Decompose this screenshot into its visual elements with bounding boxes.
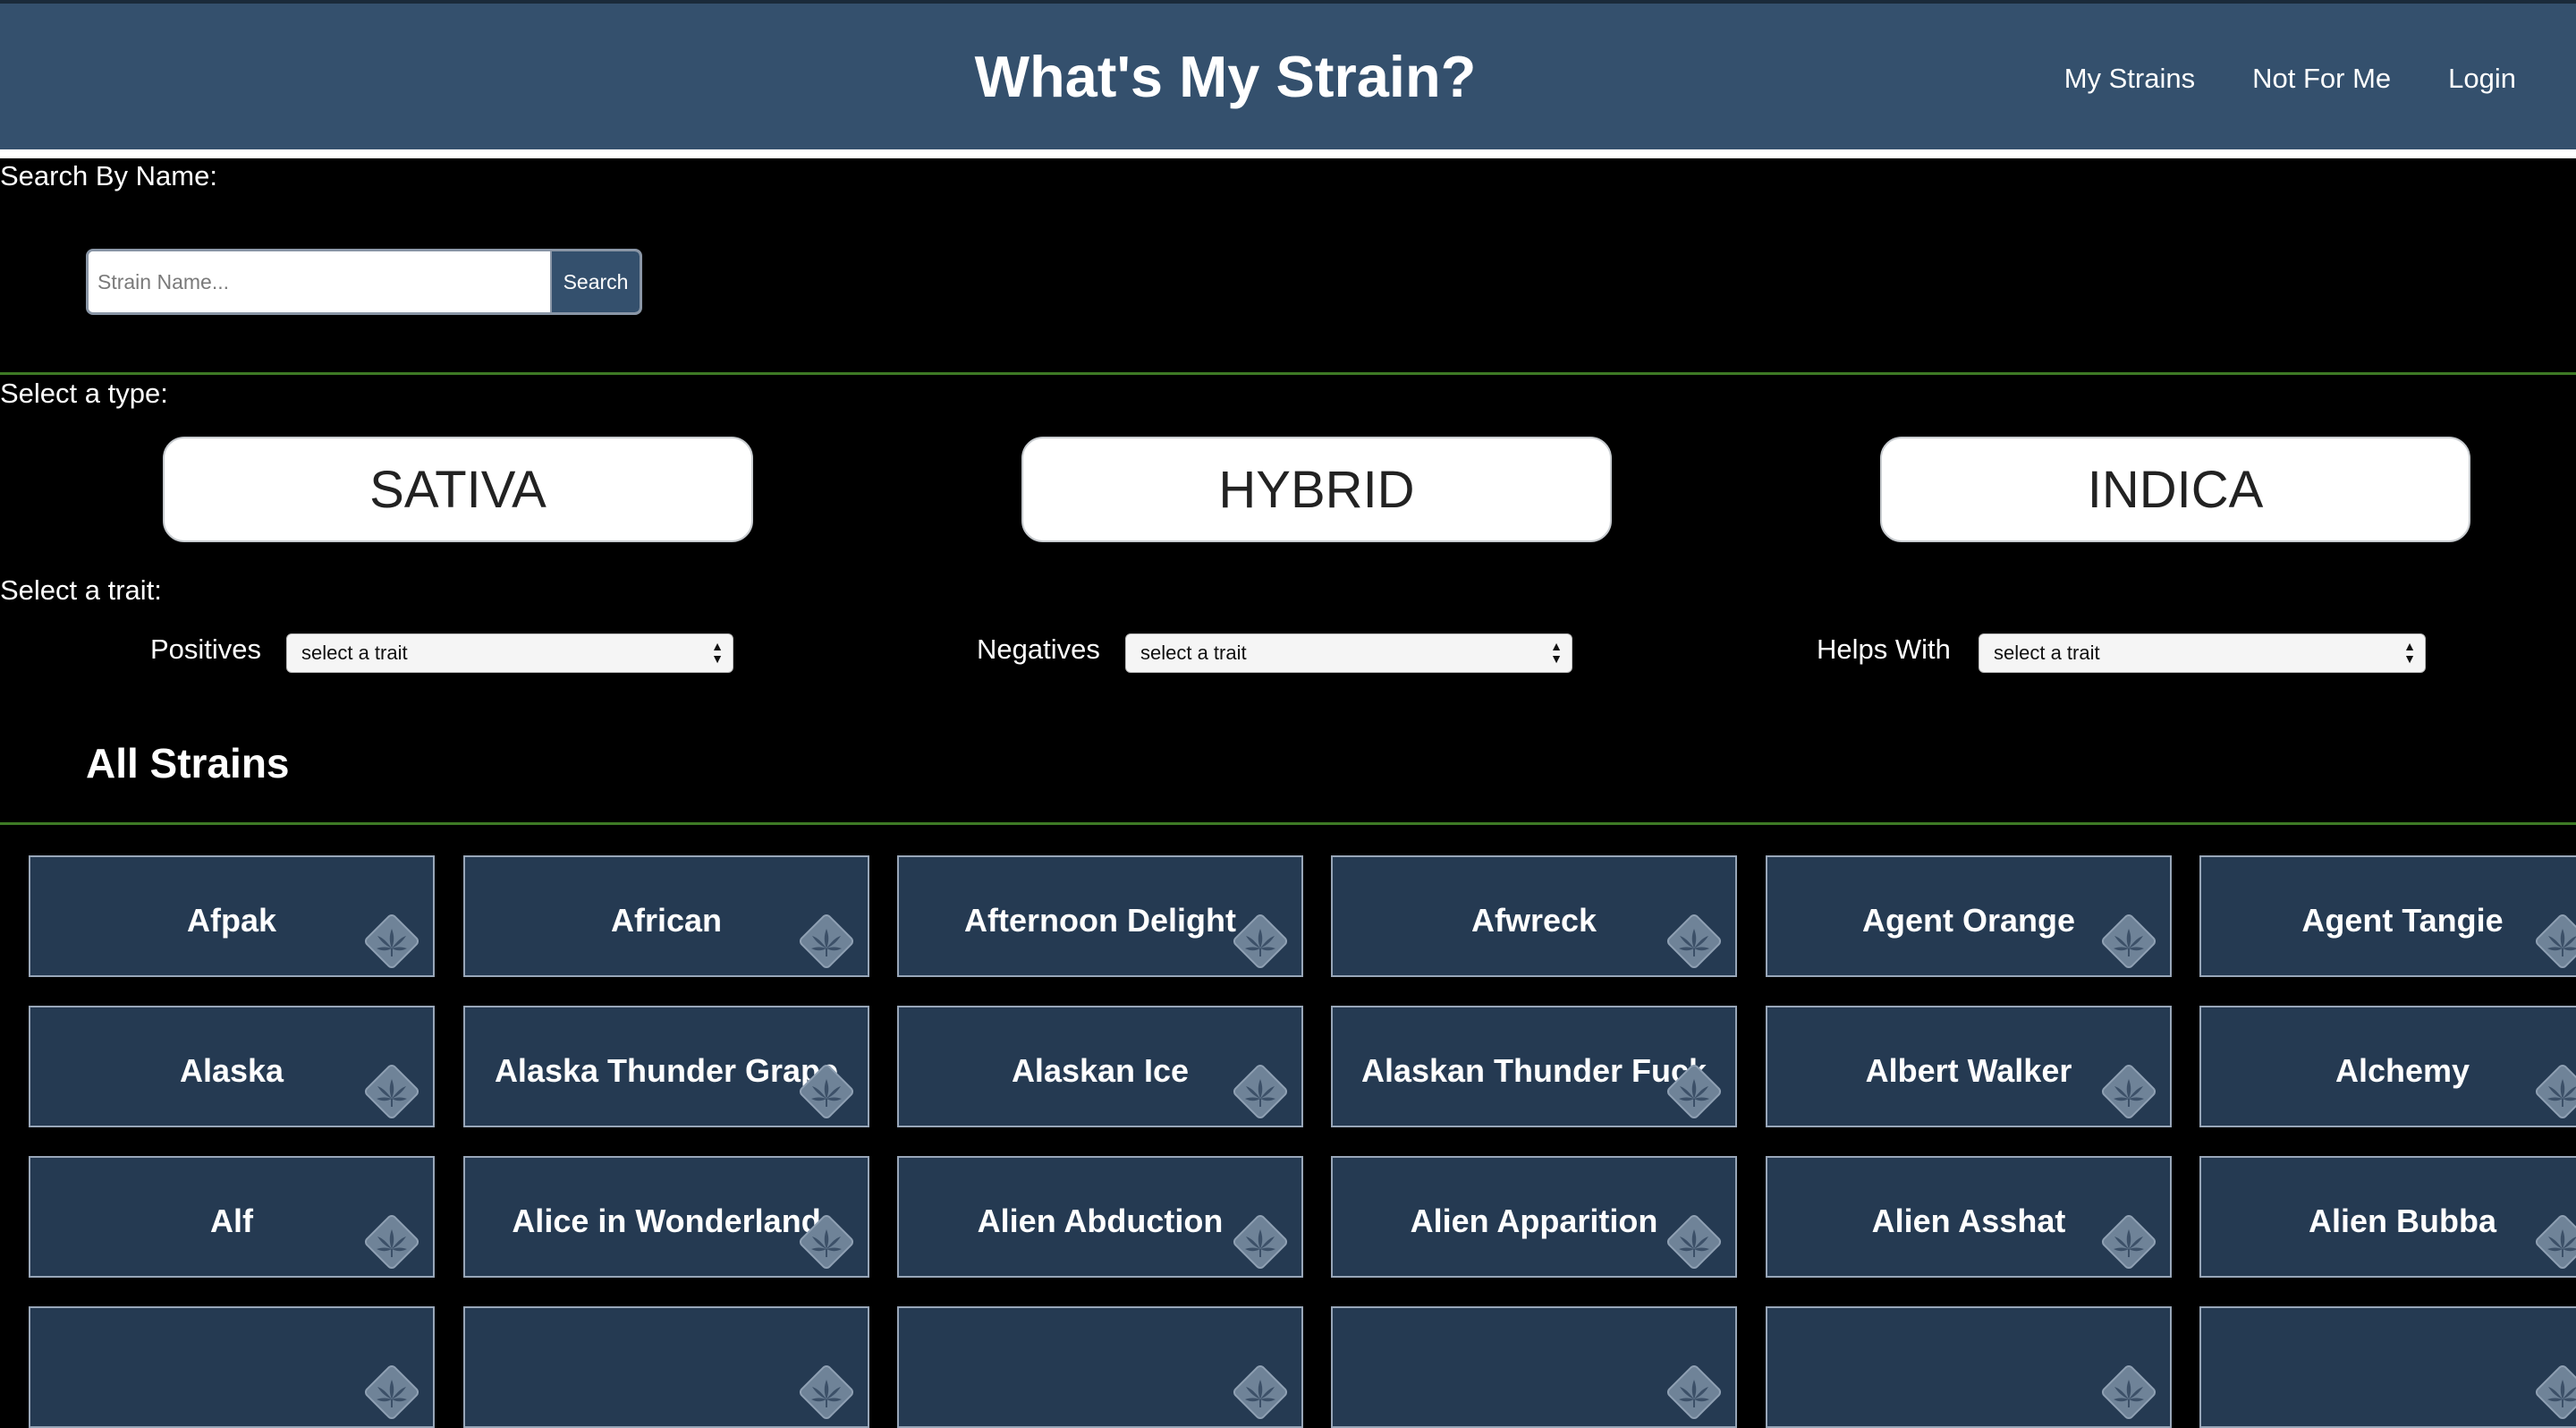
trait-label: Select a trait: bbox=[0, 574, 162, 606]
strain-card[interactable] bbox=[463, 1306, 869, 1428]
cannabis-leaf-icon bbox=[1228, 1210, 1292, 1274]
search-button[interactable]: Search bbox=[550, 251, 640, 312]
strain-card[interactable] bbox=[897, 1306, 1303, 1428]
all-strains-heading: All Strains bbox=[86, 740, 290, 786]
strain-card[interactable]: Alien Bubba bbox=[2199, 1156, 2576, 1278]
strain-card[interactable]: Agent Tangie bbox=[2199, 855, 2576, 977]
strain-card[interactable]: African bbox=[463, 855, 869, 977]
cannabis-leaf-icon bbox=[1662, 1210, 1726, 1274]
cannabis-leaf-icon bbox=[360, 1360, 424, 1424]
strain-card-name: Alien Bubba bbox=[2308, 1203, 2496, 1239]
strain-card[interactable]: Agent Orange bbox=[1766, 855, 2172, 977]
cannabis-leaf-icon bbox=[2530, 909, 2576, 973]
cannabis-leaf-icon bbox=[360, 1059, 424, 1124]
cannabis-leaf-icon bbox=[794, 909, 859, 973]
strain-card[interactable]: Alien Abduction bbox=[897, 1156, 1303, 1278]
strain-card[interactable]: Alice in Wonderland bbox=[463, 1156, 869, 1278]
updown-arrows-icon: ▲ ▼ bbox=[1550, 639, 1563, 666]
cannabis-leaf-icon bbox=[2530, 1059, 2576, 1124]
cannabis-leaf-icon bbox=[1662, 909, 1726, 973]
strain-card[interactable]: Alien Asshat bbox=[1766, 1156, 2172, 1278]
cannabis-leaf-icon bbox=[1662, 1360, 1726, 1424]
positives-label: Positives bbox=[150, 633, 262, 665]
strain-card[interactable]: Alien Apparition bbox=[1331, 1156, 1737, 1278]
nav-my-strains-link[interactable]: My Strains bbox=[2064, 63, 2195, 95]
strain-card[interactable]: Alaskan Ice bbox=[897, 1006, 1303, 1127]
nav-not-for-me-link[interactable]: Not For Me bbox=[2252, 63, 2391, 95]
cannabis-leaf-icon bbox=[794, 1059, 859, 1124]
strain-card-name: Agent Tangie bbox=[2301, 902, 2504, 939]
negatives-label: Negatives bbox=[977, 633, 1100, 665]
cannabis-leaf-icon bbox=[1228, 1059, 1292, 1124]
indica-button[interactable]: INDICA bbox=[1880, 437, 2470, 542]
header-underline bbox=[0, 149, 2576, 158]
helps-with-select[interactable]: select a trait ▲ ▼ bbox=[1979, 633, 2426, 673]
cannabis-leaf-icon bbox=[1228, 909, 1292, 973]
negatives-select[interactable]: select a trait ▲ ▼ bbox=[1125, 633, 1572, 673]
strains-divider bbox=[0, 822, 2576, 825]
updown-arrows-icon: ▲ ▼ bbox=[2403, 639, 2416, 666]
strain-card[interactable] bbox=[1331, 1306, 1737, 1428]
cannabis-leaf-icon bbox=[2097, 1059, 2161, 1124]
strain-name-input[interactable] bbox=[89, 251, 550, 312]
positives-select[interactable]: select a trait ▲ ▼ bbox=[286, 633, 733, 673]
cannabis-leaf-icon bbox=[794, 1360, 859, 1424]
updown-arrows-icon: ▲ ▼ bbox=[711, 639, 724, 666]
positives-select-value: select a trait bbox=[301, 642, 408, 664]
strain-card[interactable]: Alaska bbox=[29, 1006, 435, 1127]
strain-card[interactable]: Afternoon Delight bbox=[897, 855, 1303, 977]
strain-card[interactable]: Alaskan Thunder Fuck bbox=[1331, 1006, 1737, 1127]
cannabis-leaf-icon bbox=[794, 1210, 859, 1274]
strain-card[interactable]: Albert Walker bbox=[1766, 1006, 2172, 1127]
search-label: Search By Name: bbox=[0, 160, 217, 191]
cannabis-leaf-icon bbox=[1662, 1059, 1726, 1124]
cannabis-leaf-icon bbox=[2097, 909, 2161, 973]
search-form: Search bbox=[86, 249, 642, 315]
strain-card[interactable]: Alf bbox=[29, 1156, 435, 1278]
nav-links: My Strains Not For Me Login bbox=[2064, 63, 2516, 95]
strain-card[interactable] bbox=[29, 1306, 435, 1428]
cannabis-leaf-icon bbox=[2097, 1210, 2161, 1274]
strain-card[interactable]: Afwreck bbox=[1331, 855, 1737, 977]
strain-card[interactable] bbox=[2199, 1306, 2576, 1428]
type-label: Select a type: bbox=[0, 378, 168, 409]
strain-card[interactable] bbox=[1766, 1306, 2172, 1428]
cannabis-leaf-icon bbox=[1228, 1360, 1292, 1424]
hybrid-button[interactable]: HYBRID bbox=[1021, 437, 1612, 542]
navbar: What's My Strain? My Strains Not For Me … bbox=[0, 4, 2576, 149]
section-divider bbox=[0, 372, 2576, 375]
cannabis-leaf-icon bbox=[2097, 1360, 2161, 1424]
cannabis-leaf-icon bbox=[360, 1210, 424, 1274]
nav-login-link[interactable]: Login bbox=[2448, 63, 2516, 95]
strain-card-name: Alchemy bbox=[2334, 1052, 2470, 1089]
strain-card[interactable]: Alaska Thunder Grape bbox=[463, 1006, 869, 1127]
cannabis-leaf-icon bbox=[2530, 1360, 2576, 1424]
helps-with-label: Helps With bbox=[1817, 633, 1951, 665]
helps-with-select-value: select a trait bbox=[1994, 642, 2100, 664]
strain-card[interactable]: Alchemy bbox=[2199, 1006, 2576, 1127]
cannabis-leaf-icon bbox=[360, 909, 424, 973]
strain-card[interactable]: Afpak bbox=[29, 855, 435, 977]
cannabis-leaf-icon bbox=[2530, 1210, 2576, 1274]
negatives-select-value: select a trait bbox=[1140, 642, 1247, 664]
sativa-button[interactable]: SATIVA bbox=[163, 437, 753, 542]
